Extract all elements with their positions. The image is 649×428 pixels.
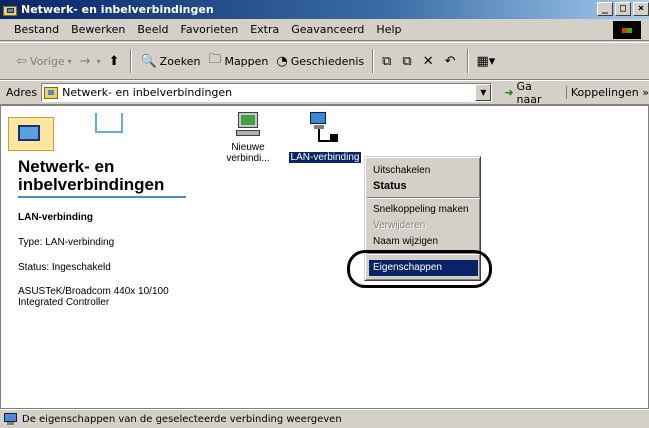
context-item-uitschakelen[interactable]: Uitschakelen <box>369 163 478 179</box>
copy-to-button[interactable]: ⧉ <box>398 49 418 73</box>
search-label: Zoeken <box>159 54 201 68</box>
close-button[interactable]: × <box>633 2 649 16</box>
delete-icon: ✕ <box>422 53 434 69</box>
back-label: Vorige <box>29 54 65 68</box>
lan-connection-item[interactable]: LAN-verbinding <box>280 112 370 163</box>
history-icon: ◔ <box>276 53 288 69</box>
views-button[interactable]: ▦▾ <box>473 49 503 73</box>
move-to-icon: ⧉ <box>382 53 392 69</box>
selected-item-device-line1: ASUSTeK/Broadcom 440x 10/100 <box>18 286 169 297</box>
network-folder-icon <box>3 3 17 16</box>
title-bar: Netwerk- en inbelverbindingen _ □ × <box>0 0 649 19</box>
context-item-status[interactable]: Status <box>369 178 478 194</box>
menu-favorieten[interactable]: Favorieten <box>175 23 245 36</box>
window-controls: _ □ × <box>597 2 649 16</box>
history-button[interactable]: ◔ Geschiedenis <box>272 49 368 73</box>
toolbar-separator <box>130 49 133 73</box>
links-button[interactable]: Koppelingen » <box>565 86 649 99</box>
forward-button[interactable]: → ▾ <box>76 49 105 73</box>
search-button[interactable]: 🔍 Zoeken <box>136 49 204 73</box>
standard-toolbar: ⇦ Vorige ▾ → ▾ ⬆ 🔍 Zoeken 🗀 Mappen ◔ Ges… <box>0 42 649 80</box>
context-separator <box>367 197 480 199</box>
menu-beeld[interactable]: Beeld <box>131 23 174 36</box>
folders-icon: 🗀 <box>208 52 222 67</box>
folders-label: Mappen <box>224 54 269 68</box>
selected-item-status: Status: Ingeschakeld <box>18 262 111 273</box>
menu-bestand[interactable]: Bestand <box>8 23 65 36</box>
windows-logo-icon <box>613 21 641 39</box>
undo-icon: ↶ <box>444 53 456 69</box>
selected-item-name: LAN-verbinding <box>18 212 93 223</box>
go-label: Ga naar <box>516 79 542 106</box>
webview-divider <box>18 196 186 198</box>
history-label: Geschiedenis <box>290 54 365 68</box>
up-folder-button[interactable]: ⬆ <box>105 49 127 73</box>
webview-title: Netwerk- en inbelverbindingen <box>18 157 165 194</box>
back-button[interactable]: ⇦ Vorige ▾ <box>12 49 76 73</box>
new-connection-label: Nieuwe verbindi... <box>226 142 270 164</box>
folders-button[interactable]: 🗀 Mappen <box>204 49 272 73</box>
maximize-button[interactable]: □ <box>615 2 631 16</box>
new-connection-icon <box>236 112 260 138</box>
menu-extra[interactable]: Extra <box>244 23 285 36</box>
context-item-naam-wijzigen[interactable]: Naam wijzigen <box>369 234 478 250</box>
delete-button[interactable]: ✕ <box>419 49 441 73</box>
window-title: Netwerk- en inbelverbindingen <box>21 3 214 16</box>
context-item-snelkoppeling[interactable]: Snelkoppeling maken <box>369 202 478 218</box>
menu-bar: Bestand Bewerken Beeld Favorieten Extra … <box>0 19 649 41</box>
back-arrow-icon: ⇦ <box>16 53 27 69</box>
address-input[interactable]: Netwerk- en inbelverbindingen ▼ <box>41 83 493 102</box>
menu-bewerken[interactable]: Bewerken <box>65 23 131 36</box>
lan-connection-label: LAN-verbinding <box>288 152 362 163</box>
move-to-button[interactable]: ⧉ <box>378 49 398 73</box>
go-button[interactable]: ➜ Ga naar <box>500 80 560 106</box>
lan-connection-icon <box>308 112 342 148</box>
context-item-verwijderen: Verwijderen <box>373 220 426 231</box>
go-arrow-icon: ➜ <box>504 86 514 99</box>
menu-help[interactable]: Help <box>370 23 407 36</box>
forward-arrow-icon: → <box>79 53 91 69</box>
search-icon: 🔍 <box>140 53 157 69</box>
menu-geavanceerd[interactable]: Geavanceerd <box>285 23 370 36</box>
toolbar-separator <box>372 49 375 73</box>
network-connections-banner-icon <box>8 113 54 151</box>
new-connection-item[interactable]: Nieuwe verbindi... <box>208 112 288 164</box>
address-bar: Adres Netwerk- en inbelverbindingen ▼ ➜ … <box>0 80 649 106</box>
network-folder-icon <box>44 86 59 99</box>
address-value: Netwerk- en inbelverbindingen <box>62 86 233 99</box>
address-label: Adres <box>6 86 38 99</box>
highlight-ring <box>347 250 492 288</box>
banner-decoration <box>95 113 123 133</box>
selected-item-type: Type: LAN-verbinding <box>18 237 115 248</box>
selected-item-device-line2: Integrated Controller <box>18 297 110 308</box>
address-dropdown-button[interactable]: ▼ <box>475 84 492 101</box>
toolbar-separator <box>466 49 469 73</box>
minimize-button[interactable]: _ <box>597 2 613 16</box>
status-bar: De eigenschappen van de geselecteerde ve… <box>0 409 649 428</box>
up-folder-icon: ⬆ <box>108 53 120 69</box>
undo-button[interactable]: ↶ <box>441 49 463 73</box>
copy-to-icon: ⧉ <box>402 53 412 69</box>
status-computer-icon <box>4 413 18 425</box>
status-text: De eigenschappen van de geselecteerde ve… <box>22 413 342 425</box>
views-icon: ▦▾ <box>476 53 496 69</box>
